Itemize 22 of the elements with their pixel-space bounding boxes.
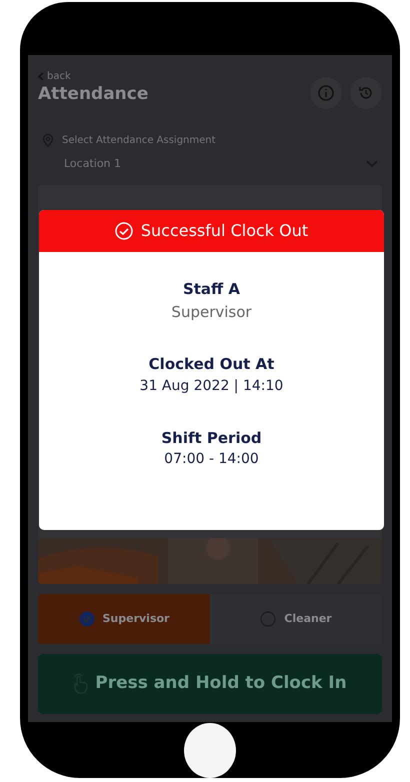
staff-name: Staff A xyxy=(182,279,240,300)
info-icon xyxy=(318,85,334,101)
chevron-left-icon xyxy=(38,72,44,81)
check-circle-icon xyxy=(114,222,133,240)
page-title: Attendance xyxy=(38,84,148,104)
dialog-title: Successful Clock Out xyxy=(140,220,308,242)
role-option[interactable]: Supervisor xyxy=(38,594,210,644)
role-option[interactable]: Cleaner xyxy=(210,594,382,644)
selected-value: Location 1 xyxy=(64,156,122,172)
section-heading: Shift Period xyxy=(161,428,262,448)
clock-in-button[interactable]: Press and Hold to Clock In xyxy=(38,654,382,714)
home-button[interactable] xyxy=(184,722,236,778)
assignment-select[interactable]: Select Attendance Assignment Location 1 xyxy=(38,129,382,172)
section-value: 07:00 - 14:00 xyxy=(163,450,260,469)
back-link[interactable]: back xyxy=(38,69,148,84)
field-label: Select Attendance Assignment xyxy=(62,134,216,148)
staff-role: Supervisor xyxy=(171,302,252,322)
history-button[interactable] xyxy=(350,77,382,109)
section-value: 31 Aug 2022 | 14:10 xyxy=(140,376,284,396)
section-heading: Clocked Out At xyxy=(148,354,276,375)
history-icon xyxy=(358,85,374,101)
info-button[interactable] xyxy=(310,77,342,109)
